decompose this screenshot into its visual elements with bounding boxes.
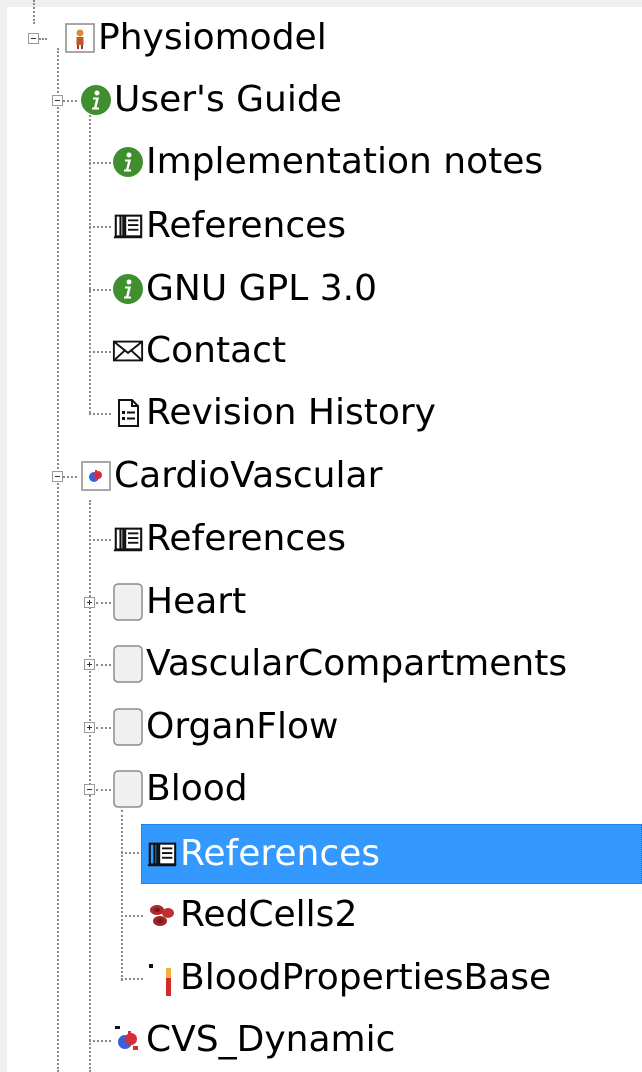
tree-line bbox=[89, 162, 111, 164]
tree-item-gnu-gpl[interactable]: GNU GPL 3.0 bbox=[112, 269, 377, 309]
book-icon bbox=[112, 523, 144, 555]
tree-item-label: Implementation notes bbox=[146, 141, 544, 182]
tree-item-revision-history[interactable]: Revision History bbox=[112, 393, 436, 433]
tree-line bbox=[39, 38, 47, 40]
envelope-icon bbox=[112, 335, 144, 367]
tree-line bbox=[121, 915, 143, 917]
tree-line bbox=[121, 810, 123, 981]
expand-toggle-vascular-compartments[interactable] bbox=[84, 659, 95, 670]
tree-line bbox=[63, 476, 77, 478]
tree-line bbox=[63, 100, 77, 102]
package-icon bbox=[112, 708, 144, 746]
tree-item-label: OrganFlow bbox=[146, 706, 339, 747]
package-icon bbox=[112, 645, 144, 683]
tree-item-label: Physiomodel bbox=[98, 17, 327, 58]
tree-item-label: CVS_Dynamic bbox=[146, 1019, 396, 1060]
tree-item-physiomodel[interactable]: Physiomodel bbox=[64, 18, 327, 58]
heart-package-icon bbox=[80, 460, 112, 492]
tree-item-label: References bbox=[146, 205, 347, 246]
tree-item-users-guide[interactable]: User's Guide bbox=[80, 80, 342, 120]
collapse-toggle-physiomodel[interactable] bbox=[28, 33, 39, 44]
tree-line bbox=[89, 226, 111, 228]
tree-item-label: References bbox=[146, 518, 347, 559]
tree-line bbox=[89, 289, 111, 291]
tree-item-label: Revision History bbox=[146, 392, 436, 433]
book-icon bbox=[146, 838, 178, 870]
tree-item-contact[interactable]: Contact bbox=[112, 331, 286, 371]
tree-item-vascular-compartments[interactable]: VascularCompartments bbox=[112, 644, 567, 684]
red-cells-icon bbox=[146, 899, 178, 931]
expand-toggle-organflow[interactable] bbox=[84, 722, 95, 733]
info-icon bbox=[112, 273, 144, 305]
collapse-toggle-blood[interactable] bbox=[84, 784, 95, 795]
tree-view[interactable]: Physiomodel User's Guide Implementation … bbox=[0, 0, 642, 1072]
tree-line bbox=[89, 110, 91, 413]
info-icon bbox=[112, 146, 144, 178]
collapse-toggle-cardiovascular[interactable] bbox=[52, 471, 63, 482]
window-frame-top bbox=[0, 0, 642, 7]
tree-line bbox=[89, 539, 111, 541]
tree-line bbox=[121, 978, 143, 980]
tree-item-references[interactable]: References bbox=[112, 206, 346, 246]
tree-item-label: CardioVascular bbox=[114, 455, 383, 496]
tree-line bbox=[33, 0, 35, 24]
tree-item-label: BloodPropertiesBase bbox=[180, 957, 552, 998]
tree-line bbox=[96, 602, 111, 604]
tree-item-blood-properties-base[interactable]: BloodPropertiesBase bbox=[146, 958, 551, 998]
tree-line bbox=[121, 852, 143, 854]
tree-item-label: User's Guide bbox=[114, 79, 342, 120]
tree-item-label: Blood bbox=[146, 768, 248, 809]
tree-line bbox=[96, 664, 111, 666]
collapse-toggle-users-guide[interactable] bbox=[52, 95, 63, 106]
tree-item-label: VascularCompartments bbox=[146, 643, 568, 684]
blood-properties-icon bbox=[146, 962, 178, 996]
tree-line bbox=[96, 727, 111, 729]
package-icon bbox=[112, 583, 144, 621]
book-icon bbox=[112, 210, 144, 242]
tree-item-organflow[interactable]: OrganFlow bbox=[112, 707, 338, 747]
tree-item-blood[interactable]: Blood bbox=[112, 769, 248, 809]
tree-item-label: Heart bbox=[146, 581, 247, 622]
expand-toggle-heart[interactable] bbox=[84, 597, 95, 608]
tree-item-cvs-dynamic[interactable]: CVS_Dynamic bbox=[112, 1020, 395, 1060]
tree-item-label: GNU GPL 3.0 bbox=[146, 268, 377, 309]
heart-model-icon bbox=[112, 1024, 144, 1056]
tree-line bbox=[96, 789, 111, 791]
tree-item-redcells2[interactable]: RedCells2 bbox=[146, 895, 357, 935]
package-icon bbox=[112, 770, 144, 808]
tree-line bbox=[89, 1040, 111, 1042]
window-frame-left bbox=[0, 0, 7, 1072]
tree-line bbox=[57, 48, 59, 1072]
tree-item-heart[interactable]: Heart bbox=[112, 582, 246, 622]
info-icon bbox=[80, 84, 112, 116]
tree-item-label: References bbox=[180, 833, 381, 874]
person-model-icon bbox=[64, 22, 96, 54]
tree-item-references-selected[interactable]: References bbox=[146, 834, 380, 874]
tree-item-references[interactable]: References bbox=[112, 519, 346, 559]
tree-item-label: Contact bbox=[146, 330, 287, 371]
tree-item-label: RedCells2 bbox=[180, 894, 358, 935]
tree-item-implementation-notes[interactable]: Implementation notes bbox=[112, 142, 543, 182]
document-icon bbox=[112, 397, 144, 429]
tree-line bbox=[89, 351, 111, 353]
tree-line bbox=[89, 413, 111, 415]
tree-item-cardiovascular[interactable]: CardioVascular bbox=[80, 456, 382, 496]
